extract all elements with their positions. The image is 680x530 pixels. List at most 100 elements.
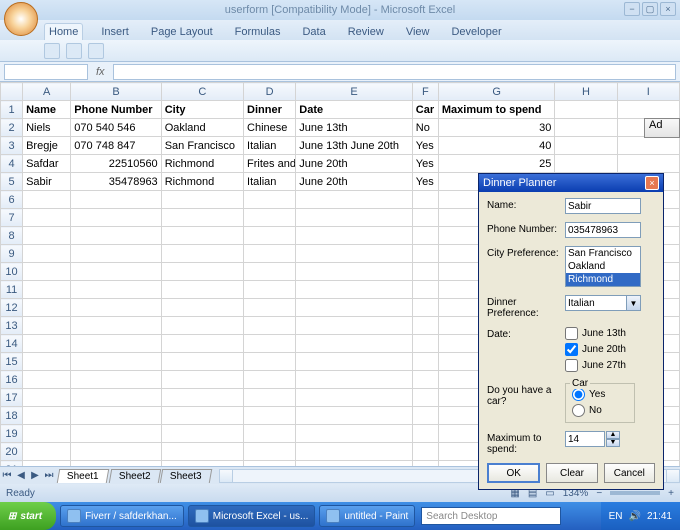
cell[interactable] xyxy=(296,209,413,227)
start-button[interactable]: ⊞ start xyxy=(0,502,56,530)
ok-button[interactable]: OK xyxy=(487,463,540,483)
cell[interactable]: Chinese xyxy=(244,119,296,137)
cell[interactable] xyxy=(71,299,161,317)
row-20[interactable]: 20 xyxy=(1,443,23,461)
row-19[interactable]: 19 xyxy=(1,425,23,443)
car-no-radio[interactable] xyxy=(572,404,585,417)
tab-formulas[interactable]: Formulas xyxy=(231,24,285,40)
row-1[interactable]: 1 xyxy=(1,101,23,119)
row-11[interactable]: 11 xyxy=(1,281,23,299)
cell[interactable] xyxy=(23,353,71,371)
cell[interactable] xyxy=(412,209,438,227)
cell[interactable] xyxy=(244,425,296,443)
cell[interactable] xyxy=(71,227,161,245)
cell[interactable] xyxy=(412,299,438,317)
cell[interactable]: 22510560 xyxy=(71,155,161,173)
cell[interactable]: San Francisco xyxy=(161,137,243,155)
cell[interactable] xyxy=(617,137,679,155)
cell[interactable] xyxy=(412,245,438,263)
cell[interactable] xyxy=(296,407,413,425)
cell[interactable] xyxy=(23,299,71,317)
tab-page-layout[interactable]: Page Layout xyxy=(147,24,217,40)
tab-view[interactable]: View xyxy=(402,24,434,40)
save-icon[interactable] xyxy=(44,43,60,59)
cell[interactable] xyxy=(296,425,413,443)
cell[interactable] xyxy=(555,155,617,173)
cell[interactable]: Niels xyxy=(23,119,71,137)
row-4[interactable]: 4 xyxy=(1,155,23,173)
cell[interactable] xyxy=(161,191,243,209)
language-indicator[interactable]: EN xyxy=(609,511,623,522)
cell[interactable] xyxy=(23,425,71,443)
row-6[interactable]: 6 xyxy=(1,191,23,209)
cell[interactable] xyxy=(412,263,438,281)
col-G[interactable]: G xyxy=(438,83,555,101)
cell[interactable] xyxy=(23,443,71,461)
cell[interactable]: June 13th June 20th xyxy=(296,137,413,155)
chevron-down-icon[interactable]: ▼ xyxy=(626,296,640,310)
cell[interactable] xyxy=(161,335,243,353)
cell[interactable] xyxy=(296,281,413,299)
dialog-titlebar[interactable]: Dinner Planner × xyxy=(479,174,663,192)
cell[interactable]: 070 748 847 xyxy=(71,137,161,155)
tab-insert[interactable]: Insert xyxy=(97,24,133,40)
cell[interactable]: 30 xyxy=(438,119,555,137)
cell[interactable] xyxy=(617,101,679,119)
col-A[interactable]: A xyxy=(23,83,71,101)
cell[interactable] xyxy=(23,263,71,281)
cell[interactable] xyxy=(161,389,243,407)
row-10[interactable]: 10 xyxy=(1,263,23,281)
cell[interactable]: 40 xyxy=(438,137,555,155)
name-box[interactable] xyxy=(4,64,88,80)
cell[interactable]: Sabir xyxy=(23,173,71,191)
cell[interactable] xyxy=(71,353,161,371)
row-15[interactable]: 15 xyxy=(1,353,23,371)
cell[interactable]: Car xyxy=(412,101,438,119)
cell[interactable] xyxy=(71,335,161,353)
cell[interactable] xyxy=(244,335,296,353)
cell[interactable] xyxy=(244,443,296,461)
cell[interactable] xyxy=(161,353,243,371)
cell[interactable] xyxy=(244,227,296,245)
cell[interactable] xyxy=(296,299,413,317)
cell[interactable]: 25 xyxy=(438,155,555,173)
col-C[interactable]: C xyxy=(161,83,243,101)
col-B[interactable]: B xyxy=(71,83,161,101)
cell[interactable]: Safdar xyxy=(23,155,71,173)
maximize-button[interactable]: ▢ xyxy=(642,2,658,16)
cancel-button[interactable]: Cancel xyxy=(604,463,655,483)
cell[interactable] xyxy=(161,425,243,443)
dialog-close-icon[interactable]: × xyxy=(645,176,659,190)
row-13[interactable]: 13 xyxy=(1,317,23,335)
sheet-tab-2[interactable]: Sheet2 xyxy=(108,469,160,483)
date-june20-checkbox[interactable] xyxy=(565,343,578,356)
cell[interactable]: Richmond xyxy=(161,155,243,173)
spin-up-icon[interactable]: ▲ xyxy=(606,431,620,439)
tab-developer[interactable]: Developer xyxy=(447,24,505,40)
cell[interactable] xyxy=(244,389,296,407)
cell[interactable] xyxy=(412,353,438,371)
cell[interactable] xyxy=(244,299,296,317)
cell[interactable]: Italian xyxy=(244,137,296,155)
cell[interactable] xyxy=(23,209,71,227)
zoom-slider[interactable] xyxy=(610,491,660,495)
cell[interactable]: Dinner xyxy=(244,101,296,119)
office-button[interactable] xyxy=(4,2,38,36)
date-june13-checkbox[interactable] xyxy=(565,327,578,340)
cell[interactable] xyxy=(296,389,413,407)
row-9[interactable]: 9 xyxy=(1,245,23,263)
cell[interactable] xyxy=(71,407,161,425)
cell[interactable]: No xyxy=(412,119,438,137)
taskbar-item[interactable]: Fiverr / safderkhan... xyxy=(60,505,184,527)
cell[interactable]: Phone Number xyxy=(71,101,161,119)
tab-nav-first[interactable]: ⏮ xyxy=(0,470,14,481)
row-3[interactable]: 3 xyxy=(1,137,23,155)
fx-icon[interactable]: fx xyxy=(92,66,109,78)
cell[interactable]: Oakland xyxy=(161,119,243,137)
col-D[interactable]: D xyxy=(244,83,296,101)
row-2[interactable]: 2 xyxy=(1,119,23,137)
row-12[interactable]: 12 xyxy=(1,299,23,317)
tab-nav-next[interactable]: ▶ xyxy=(28,470,42,481)
cell[interactable] xyxy=(412,317,438,335)
cell[interactable] xyxy=(161,461,243,467)
